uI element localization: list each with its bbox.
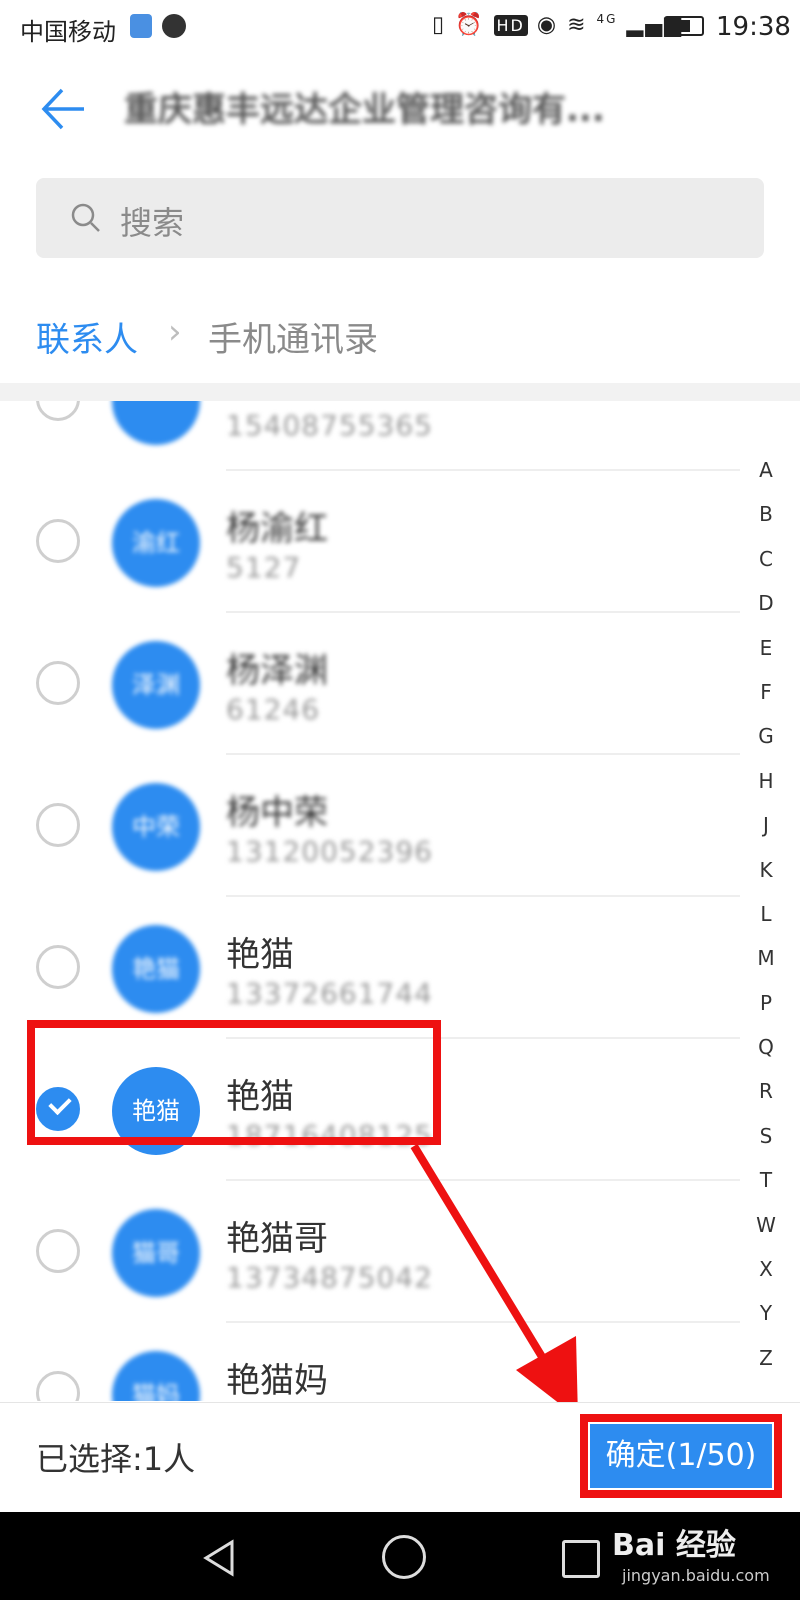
nav-home-icon[interactable] <box>382 1535 426 1579</box>
index-letter[interactable]: D <box>742 581 790 625</box>
search-icon <box>70 202 102 234</box>
send-icon <box>162 14 186 38</box>
wifi-icon: ≋ <box>567 12 588 38</box>
shield-icon <box>130 14 152 38</box>
status-bar: 中国移动 ▯ ⏰ HD ◉ ≋ 4G ▂▄▆ 19:38 <box>0 0 800 54</box>
index-letter[interactable]: T <box>742 1158 790 1202</box>
contact-phone: 15408755365 <box>226 409 433 442</box>
breadcrumb-contacts[interactable]: 联系人 <box>36 312 138 361</box>
contact-phone: 13120052396 <box>226 835 433 868</box>
vibrate-icon: ▯ <box>432 12 447 38</box>
index-letter[interactable]: Y <box>742 1291 790 1335</box>
contact-row[interactable]: 艳猫 艳猫 13372661744 <box>0 897 740 1039</box>
contact-name: 杨泽渊 <box>226 651 328 691</box>
checkbox-unchecked[interactable] <box>36 661 80 705</box>
contact-name: 艳猫妈 <box>226 1361 328 1401</box>
index-letter[interactable]: P <box>742 981 790 1025</box>
index-letter[interactable]: A <box>742 448 790 492</box>
watermark-url: jingyan.baidu.com <box>622 1566 770 1585</box>
divider <box>0 383 800 401</box>
selected-count: 已选择:1人 <box>36 1440 196 1478</box>
carrier-label: 中国移动 <box>20 18 116 46</box>
index-letter[interactable]: X <box>742 1247 790 1291</box>
contact-name: 艳猫哥 <box>226 1219 328 1259</box>
search-placeholder: 搜索 <box>120 204 185 242</box>
nav-back-icon[interactable] <box>198 1536 242 1580</box>
checkbox-unchecked[interactable] <box>36 519 80 563</box>
contact-row[interactable]: 泽渊 杨泽渊 61246 <box>0 613 740 755</box>
avatar: 中荣 <box>112 783 200 871</box>
index-letter[interactable]: C <box>742 537 790 581</box>
index-letter[interactable]: E <box>742 626 790 670</box>
avatar <box>112 401 200 445</box>
eye-icon: ◉ <box>536 12 559 38</box>
avatar: 艳猫 <box>112 925 200 1013</box>
contact-name: 杨渝红 <box>226 509 328 549</box>
page-title: 重庆惠丰远达企业管理咨询有... <box>124 90 605 130</box>
chevron-right-icon: › <box>168 312 182 352</box>
contact-name: 艳猫 <box>226 935 294 975</box>
avatar: 猫哥 <box>112 1209 200 1297</box>
index-letter[interactable]: L <box>742 892 790 936</box>
contact-phone: 13372661744 <box>226 977 433 1010</box>
avatar: 猫妈 <box>112 1351 200 1401</box>
index-letter[interactable]: M <box>742 936 790 980</box>
index-letter[interactable]: J <box>742 803 790 847</box>
contact-row[interactable]: 15408755365 <box>0 401 740 471</box>
index-letter[interactable]: K <box>742 848 790 892</box>
checkbox-unchecked[interactable] <box>36 1371 80 1401</box>
watermark-brand: Bai 经验 <box>612 1528 736 1563</box>
clock: 19:38 <box>716 12 791 42</box>
status-icons: ▯ ⏰ HD ◉ ≋ 4G ▂▄▆ <box>432 12 683 37</box>
highlight-box <box>27 1020 441 1145</box>
index-letter[interactable]: H <box>742 759 790 803</box>
checkbox-unchecked[interactable] <box>36 1229 80 1273</box>
index-letter[interactable]: R <box>742 1069 790 1113</box>
contact-row[interactable]: 中荣 杨中荣 13120052396 <box>0 755 740 897</box>
index-letter[interactable]: W <box>742 1203 790 1247</box>
checkbox-unchecked[interactable] <box>36 803 80 847</box>
checkbox-unchecked[interactable] <box>36 945 80 989</box>
annotation-arrow <box>410 1143 578 1418</box>
contact-row[interactable]: 渝红 杨渝红 5127 <box>0 471 740 613</box>
contact-name: 杨中荣 <box>226 793 328 833</box>
alarm-icon: ⏰ <box>455 12 485 38</box>
avatar: 渝红 <box>112 499 200 587</box>
index-letter[interactable]: G <box>742 714 790 758</box>
alphabet-index[interactable]: ABCDEFGHJKLMPQRSTWXYZ <box>742 448 790 1380</box>
network-label: 4G <box>596 12 618 26</box>
confirm-button[interactable]: 确定(1/50) <box>590 1424 772 1488</box>
index-letter[interactable]: Z <box>742 1336 790 1380</box>
contact-row[interactable]: 猫哥 艳猫哥 13734875042 <box>0 1181 740 1323</box>
index-letter[interactable]: Q <box>742 1025 790 1069</box>
hd-icon: HD <box>493 15 528 37</box>
index-letter[interactable]: F <box>742 670 790 714</box>
back-arrow-icon[interactable] <box>38 84 88 134</box>
contact-row[interactable]: 猫妈艳猫妈15560603173 <box>0 1323 740 1401</box>
breadcrumb-phone-contacts: 手机通讯录 <box>208 320 378 360</box>
index-letter[interactable]: B <box>742 492 790 536</box>
index-letter[interactable]: S <box>742 1114 790 1158</box>
avatar: 泽渊 <box>112 641 200 729</box>
nav-recent-icon[interactable] <box>562 1540 600 1578</box>
contact-phone: 5127 <box>226 551 302 584</box>
contact-phone: 61246 <box>226 693 321 726</box>
checkbox-unchecked[interactable] <box>36 401 80 421</box>
contact-list[interactable]: 15408755365 渝红 杨渝红 5127 泽渊 杨泽渊 61246 中荣 杨中荣 13120… <box>0 401 740 1401</box>
battery-icon <box>664 16 704 36</box>
